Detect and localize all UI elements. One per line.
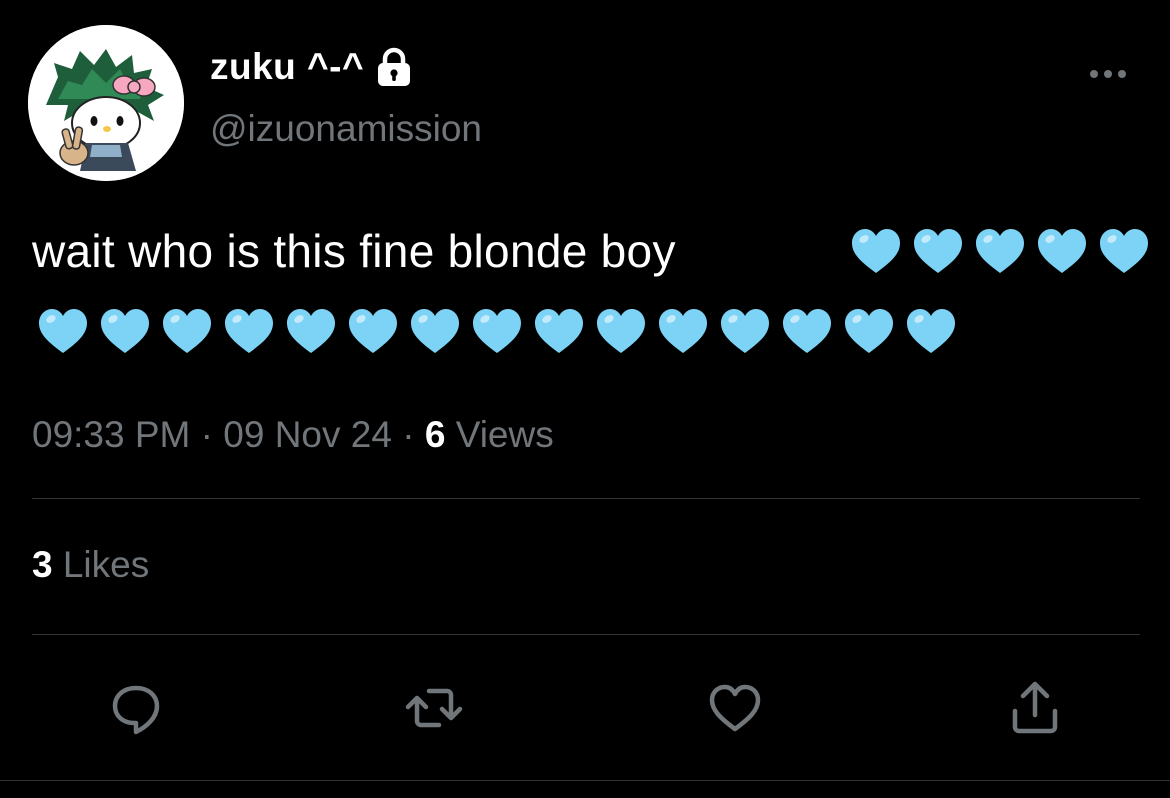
light-blue-heart-emoji — [838, 302, 900, 360]
light-blue-heart-emoji — [1031, 222, 1093, 280]
tweet-text-content: wait who is this fine blonde boy — [32, 225, 676, 277]
light-blue-heart-emoji — [528, 302, 590, 360]
light-blue-heart-emoji — [714, 302, 776, 360]
more-icon[interactable] — [1088, 62, 1128, 86]
share-icon — [1012, 681, 1058, 734]
views-label: Views — [455, 414, 554, 455]
light-blue-heart-emoji — [156, 302, 218, 360]
divider — [0, 780, 1170, 781]
light-blue-heart-emoji — [900, 302, 962, 360]
retweet-icon — [405, 688, 463, 728]
display-name-row: zuku ^-^ — [210, 42, 412, 92]
likes-stat[interactable]: 3 Likes — [32, 544, 149, 586]
divider — [32, 498, 1140, 499]
action-bar — [0, 676, 1170, 740]
light-blue-heart-emoji — [969, 222, 1031, 280]
divider — [32, 634, 1140, 635]
light-blue-heart-emoji — [1093, 222, 1155, 280]
light-blue-heart-emoji — [590, 302, 652, 360]
light-blue-heart-emoji — [907, 222, 969, 280]
light-blue-heart-emoji — [218, 302, 280, 360]
avatar[interactable] — [28, 25, 184, 181]
light-blue-heart-emoji — [404, 302, 466, 360]
reply-icon — [112, 685, 160, 735]
likes-label: Likes — [62, 544, 150, 585]
retweet-button[interactable] — [402, 676, 466, 740]
tweet-time[interactable]: 09:33 PM — [32, 414, 190, 455]
likes-count: 3 — [32, 544, 53, 585]
handle[interactable]: @izuonamission — [210, 108, 482, 150]
emoji-row-1 — [845, 222, 1155, 280]
meta-separator: · — [200, 414, 213, 455]
tweet-meta: 09:33 PM · 09 Nov 24 · 6 Views — [32, 414, 554, 456]
light-blue-heart-emoji — [652, 302, 714, 360]
light-blue-heart-emoji — [776, 302, 838, 360]
light-blue-heart-emoji — [342, 302, 404, 360]
display-name[interactable]: zuku ^-^ — [210, 46, 364, 88]
tweet-date[interactable]: 09 Nov 24 — [223, 414, 392, 455]
lock-icon — [376, 47, 412, 87]
light-blue-heart-emoji — [845, 222, 907, 280]
share-button[interactable] — [1003, 676, 1067, 740]
reply-button[interactable] — [104, 676, 168, 740]
light-blue-heart-emoji — [466, 302, 528, 360]
light-blue-heart-emoji — [94, 302, 156, 360]
views-count: 6 — [424, 414, 446, 455]
light-blue-heart-emoji — [280, 302, 342, 360]
emoji-row-2 — [32, 302, 962, 360]
tweet-detail: zuku ^-^ @izuonamission wait who is this… — [0, 0, 1170, 798]
light-blue-heart-emoji — [32, 302, 94, 360]
like-button[interactable] — [703, 676, 767, 740]
heart-icon — [709, 684, 761, 732]
meta-separator: · — [402, 414, 415, 455]
hello-kitty-deku-avatar-icon — [28, 25, 184, 181]
